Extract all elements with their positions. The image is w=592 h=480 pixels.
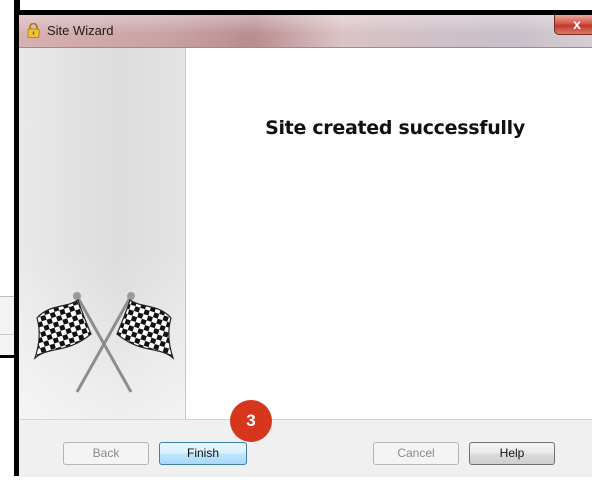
window-frame: Site Wizard x Site created successfully … xyxy=(19,15,592,477)
wizard-content: Site created successfully xyxy=(186,48,592,419)
site-wizard-window: Site Wizard x Site created successfully … xyxy=(14,10,592,477)
cancel-button[interactable]: Cancel xyxy=(373,442,459,465)
wizard-footer: Back Finish Cancel Help xyxy=(19,419,592,477)
success-message: Site created successfully xyxy=(265,117,525,139)
close-button[interactable]: x xyxy=(554,15,592,35)
title-bar[interactable]: Site Wizard x xyxy=(19,15,592,48)
back-button[interactable]: Back xyxy=(63,442,149,465)
close-icon: x xyxy=(573,16,581,32)
checkered-flags-icon xyxy=(33,292,175,393)
window-title: Site Wizard xyxy=(47,23,114,38)
finish-button[interactable]: Finish xyxy=(159,442,247,465)
help-button[interactable]: Help xyxy=(469,442,555,465)
padlock-icon xyxy=(27,23,40,38)
wizard-side-panel xyxy=(19,48,186,419)
step-number-badge: 3 xyxy=(230,400,272,442)
